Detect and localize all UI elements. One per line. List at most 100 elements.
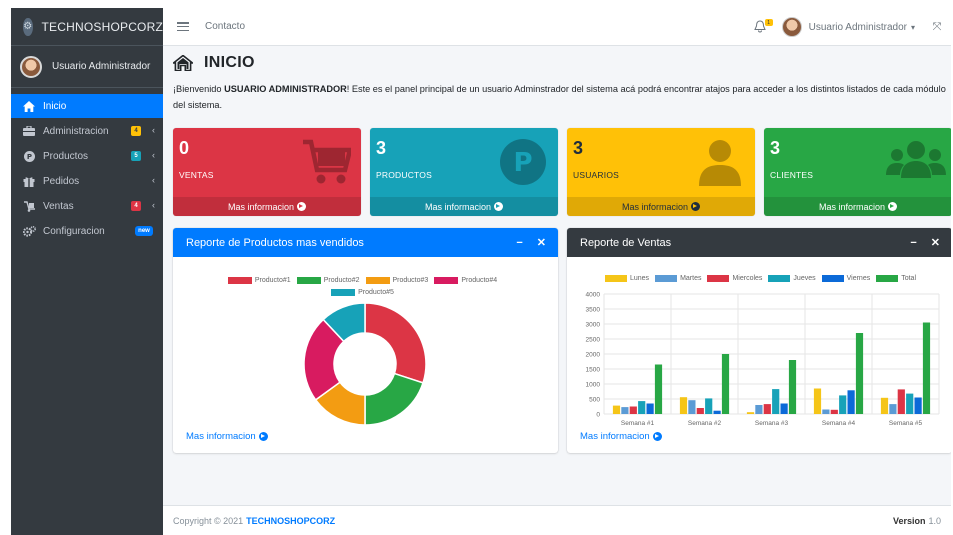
bar-viernes-2[interactable]	[713, 410, 721, 414]
sidebar-item-ventas[interactable]: Ventas 4 ‹	[11, 194, 163, 218]
card-tools: − ✕	[896, 228, 940, 257]
card-link-label: Mas informacion	[186, 431, 256, 442]
pie-slice-2[interactable]	[364, 372, 424, 426]
y-tick-label: 1500	[586, 367, 601, 374]
bar-viernes-4[interactable]	[847, 390, 855, 414]
page-title: INICIO	[204, 54, 255, 71]
box-more-info-link[interactable]: Mas informacion	[173, 197, 361, 216]
legend-label: Martes	[680, 275, 702, 282]
welcome-prefix: ¡Bienvenido	[173, 84, 225, 94]
bar-total-3[interactable]	[788, 360, 797, 414]
bar-total-5[interactable]	[922, 322, 931, 415]
home-icon	[173, 55, 193, 71]
bar-jueves-5[interactable]	[906, 393, 914, 414]
x-tick-label: Semana #5	[889, 420, 923, 427]
sidebar-item-inicio[interactable]: Inicio	[11, 94, 163, 118]
box-more-info-link[interactable]: Mas informacion	[370, 197, 558, 216]
legend-item[interactable]: Jueves	[768, 273, 816, 284]
bar-total-2[interactable]	[721, 354, 730, 414]
bar-total-1[interactable]	[654, 364, 663, 415]
chevron-down-icon[interactable]: ▾	[911, 23, 915, 32]
bar-lunes-5[interactable]	[880, 397, 889, 414]
copyright-text: Copyright © 2021 TECHNOSHOPCORZ	[173, 516, 335, 526]
bar-miercoles-5[interactable]	[897, 389, 905, 414]
bar-lunes-2[interactable]	[679, 397, 688, 414]
legend-item[interactable]: Total	[876, 273, 916, 284]
collapse-icon[interactable]: −	[910, 237, 916, 249]
bar-lunes-3[interactable]	[746, 412, 755, 414]
card-more-info-link[interactable]: Mas informacion	[186, 431, 268, 442]
legend-item[interactable]: Producto#3	[365, 275, 428, 286]
box-more-info-link[interactable]: Mas informacion	[764, 197, 951, 216]
bar-jueves-4[interactable]	[839, 395, 847, 414]
y-tick-label: 0	[596, 412, 600, 419]
close-icon[interactable]: ✕	[931, 236, 940, 249]
pie-slice-1[interactable]	[364, 302, 427, 384]
legend-item[interactable]: Viernes	[821, 273, 870, 284]
bar-martes-1[interactable]	[621, 407, 629, 414]
bar-miercoles-4[interactable]	[830, 409, 838, 414]
app-frame: ⚙ TECHNOSHOPCORZ Usuario Administrador I…	[11, 8, 951, 535]
sidebar-item-pedidos[interactable]: Pedidos ‹	[11, 169, 163, 193]
user-menu[interactable]: Usuario Administrador	[809, 22, 907, 33]
user-avatar[interactable]	[781, 17, 802, 37]
bar-jueves-1[interactable]	[638, 401, 646, 414]
bar-jueves-3[interactable]	[772, 389, 780, 414]
bar-total-4[interactable]	[855, 333, 864, 414]
legend-item[interactable]: Miercoles	[707, 273, 762, 284]
y-tick-label: 1000	[586, 382, 601, 389]
legend-swatch	[768, 275, 791, 282]
legend-label: Producto#1	[254, 277, 291, 284]
x-tick-label: Semana #2	[688, 420, 722, 427]
legend-item[interactable]: Producto#5	[331, 287, 394, 298]
collapse-icon[interactable]: −	[516, 237, 522, 249]
product-icon: P	[500, 139, 546, 185]
bar-jueves-2[interactable]	[705, 398, 713, 414]
box-link-label: Mas informacion	[621, 201, 689, 212]
legend-item[interactable]: Producto#1	[227, 275, 291, 286]
bar-martes-5[interactable]	[889, 404, 897, 414]
brand[interactable]: ⚙ TECHNOSHOPCORZ	[11, 8, 163, 46]
close-icon[interactable]: ✕	[537, 236, 546, 249]
sidebar-item-configuracion[interactable]: Configuracion new	[11, 219, 163, 243]
box-label: USUARIOS	[573, 170, 619, 180]
bar-viernes-3[interactable]	[780, 403, 788, 415]
notifications-button[interactable]: 1	[753, 19, 773, 34]
bar-viernes-5[interactable]	[914, 397, 922, 415]
legend-label: Producto#4	[461, 277, 498, 284]
sidebar-item-label: Configuracion	[43, 225, 105, 237]
card-more-info-link[interactable]: Mas informacion	[580, 431, 662, 442]
legend-item[interactable]: Producto#2	[296, 275, 360, 286]
cart-icon	[303, 139, 351, 184]
box-value: 3	[573, 138, 584, 158]
version-number: 1.0	[928, 515, 941, 526]
legend-label: Jueves	[793, 275, 816, 282]
sidebar-item-productos[interactable]: P Productos 5 ‹	[11, 144, 163, 168]
sidebar-item-administracion[interactable]: Administracion 4 ‹	[11, 119, 163, 143]
legend-item[interactable]: Martes	[655, 273, 701, 284]
small-box-clientes: 3 CLIENTES Mas informacion	[764, 128, 951, 216]
pie-chart	[303, 302, 427, 426]
bar-miercoles-2[interactable]	[696, 408, 704, 414]
menu-toggle-icon[interactable]	[177, 22, 189, 31]
fullscreen-icon[interactable]: ⤧	[931, 21, 943, 33]
bar-martes-3[interactable]	[755, 405, 763, 414]
chevron-left-icon: ‹	[152, 175, 155, 185]
arrow-circle-right-icon	[258, 431, 268, 441]
bar-martes-2[interactable]	[688, 400, 696, 414]
legend-swatch	[876, 275, 899, 282]
bar-lunes-1[interactable]	[612, 405, 621, 414]
bar-miercoles-3[interactable]	[763, 404, 771, 414]
bar-miercoles-1[interactable]	[629, 406, 637, 415]
footer-brand-link[interactable]: TECHNOSHOPCORZ	[246, 516, 335, 526]
bar-lunes-4[interactable]	[813, 388, 822, 415]
version-label: Version	[892, 515, 926, 526]
bar-viernes-1[interactable]	[646, 403, 654, 415]
box-more-info-link[interactable]: Mas informacion	[567, 197, 755, 216]
user-panel[interactable]: Usuario Administrador	[11, 46, 163, 88]
contact-link[interactable]: Contacto	[205, 21, 245, 32]
legend-item[interactable]: Producto#4	[434, 275, 497, 286]
bar-martes-4[interactable]	[822, 409, 830, 415]
footer: Copyright © 2021 TECHNOSHOPCORZ Version 1.…	[163, 505, 951, 535]
legend-item[interactable]: Lunes	[604, 273, 649, 284]
